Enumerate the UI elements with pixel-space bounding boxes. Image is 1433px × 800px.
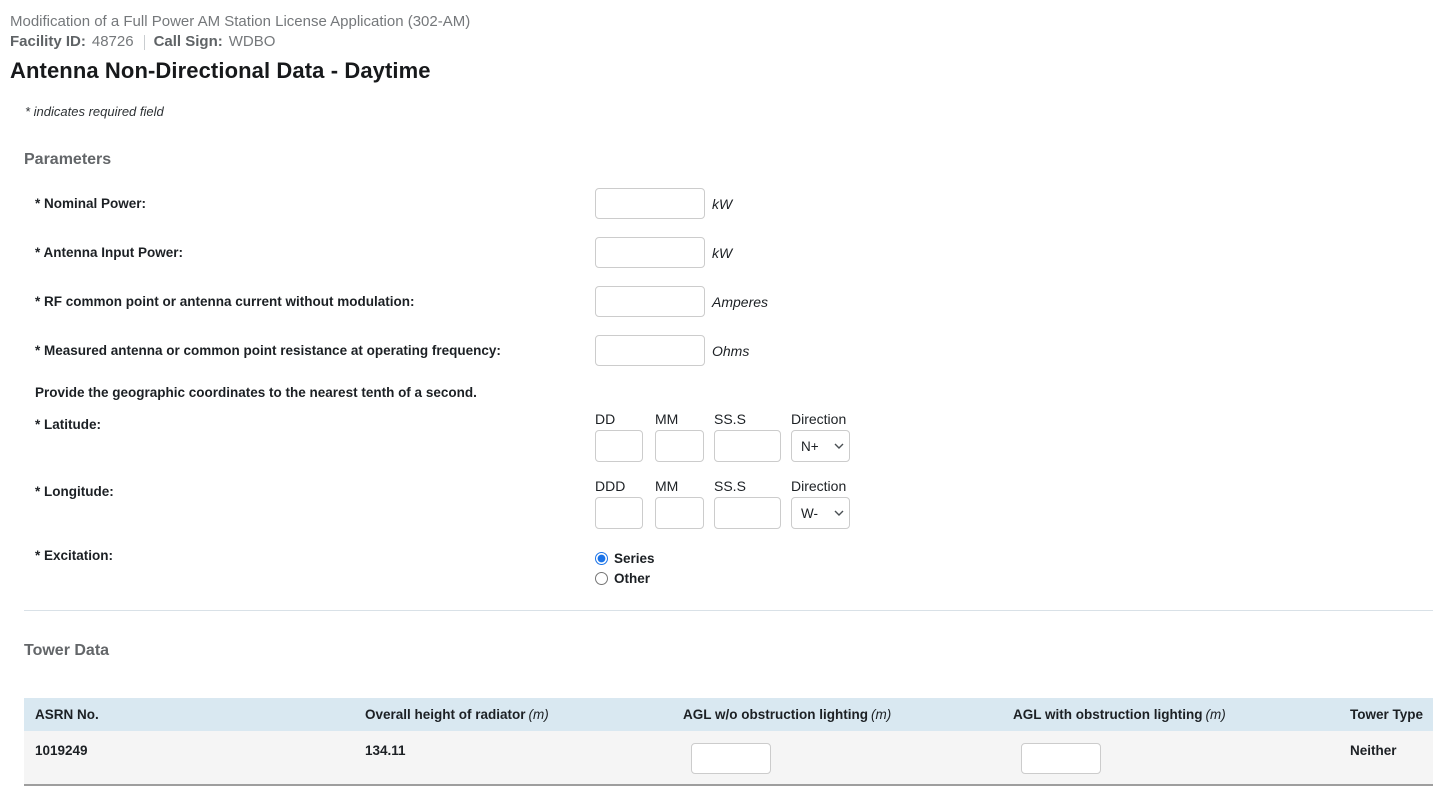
- agl-with-cell: [1002, 731, 1339, 785]
- tower-data-section-title: Tower Data: [24, 641, 1433, 661]
- col-header-agl-without: AGL w/o obstruction lighting(m): [672, 698, 1002, 731]
- agl-without-cell: [672, 731, 1002, 785]
- antenna-input-power-unit: kW: [712, 245, 732, 261]
- longitude-sss-input[interactable]: [714, 497, 781, 529]
- rf-common-point-label: * RF common point or antenna current wit…: [35, 294, 595, 309]
- table-row: 1019249 134.11 Neither: [24, 731, 1433, 785]
- col-header-agl-with: AGL with obstruction lighting(m): [1002, 698, 1339, 731]
- page-header: Modification of a Full Power AM Station …: [0, 0, 1433, 84]
- tower-table-header: ASRN No. Overall height of radiator(m) A…: [24, 698, 1433, 731]
- longitude-coordinate-group: DDD MM SS.S Direction W-: [595, 479, 850, 529]
- parameters-section-title: Parameters: [24, 150, 1433, 170]
- page-title: Antenna Non-Directional Data - Daytime: [10, 58, 1433, 84]
- nominal-power-unit: kW: [712, 196, 732, 212]
- latitude-direction-select[interactable]: N+: [791, 430, 850, 462]
- latitude-sss-input[interactable]: [714, 430, 781, 462]
- latitude-inputs: N+: [595, 430, 850, 462]
- parameters-form: * Nominal Power: kW * Antenna Input Powe…: [0, 179, 1433, 375]
- latitude-mm-header: MM: [655, 412, 714, 426]
- rf-common-point-current-input[interactable]: [595, 286, 705, 317]
- facility-id-value: 48726: [92, 32, 134, 52]
- facility-line: Facility ID: 48726 Call Sign: WDBO: [10, 32, 1433, 52]
- nominal-power-label: * Nominal Power:: [35, 196, 595, 211]
- antenna-input-power-row: * Antenna Input Power: kW: [0, 228, 1433, 277]
- series-radio[interactable]: [595, 552, 608, 565]
- longitude-row: * Longitude: DDD MM SS.S Direction W-: [0, 479, 1433, 529]
- vertical-divider: [144, 35, 145, 50]
- other-radio[interactable]: [595, 572, 608, 585]
- measured-resistance-row: * Measured antenna or common point resis…: [0, 326, 1433, 375]
- antenna-input-power-label: * Antenna Input Power:: [35, 245, 595, 260]
- excitation-row: * Excitation: Series Other: [0, 548, 1433, 588]
- latitude-row: * Latitude: DD MM SS.S Direction N+: [0, 412, 1433, 462]
- nominal-power-row: * Nominal Power: kW: [0, 179, 1433, 228]
- call-sign-label: Call Sign:: [154, 32, 223, 52]
- col-header-tower-type: Tower Type: [1339, 698, 1433, 731]
- longitude-mm-header: MM: [655, 479, 714, 493]
- excitation-other-option[interactable]: Other: [595, 568, 655, 588]
- facility-id-label: Facility ID:: [10, 32, 86, 52]
- excitation-label: * Excitation:: [35, 548, 595, 588]
- tower-type-cell: Neither: [1339, 731, 1433, 785]
- tower-data-table: ASRN No. Overall height of radiator(m) A…: [24, 698, 1433, 786]
- longitude-inputs: W-: [595, 497, 850, 529]
- measured-resistance-unit: Ohms: [712, 343, 749, 359]
- measured-resistance-label: * Measured antenna or common point resis…: [35, 343, 595, 358]
- nominal-power-input[interactable]: [595, 188, 705, 219]
- latitude-dd-header: DD: [595, 412, 655, 426]
- antenna-input-power-input[interactable]: [595, 237, 705, 268]
- agl-with-lighting-input[interactable]: [1021, 743, 1101, 774]
- call-sign-value: WDBO: [229, 32, 276, 52]
- longitude-ddd-header: DDD: [595, 479, 655, 493]
- longitude-direction-header: Direction: [791, 479, 850, 493]
- overall-height-cell: 134.11: [354, 731, 672, 785]
- longitude-direction-select-wrap: W-: [791, 497, 850, 529]
- latitude-sss-header: SS.S: [714, 412, 791, 426]
- rf-common-point-row: * RF common point or antenna current wit…: [0, 277, 1433, 326]
- other-radio-label: Other: [614, 571, 650, 586]
- coordinates-note: Provide the geographic coordinates to th…: [35, 384, 1433, 401]
- latitude-dd-input[interactable]: [595, 430, 643, 462]
- latitude-label: * Latitude:: [35, 412, 595, 462]
- application-title: Modification of a Full Power AM Station …: [10, 12, 1433, 32]
- agl-without-lighting-input[interactable]: [691, 743, 771, 774]
- series-radio-label: Series: [614, 551, 655, 566]
- latitude-mm-input[interactable]: [655, 430, 704, 462]
- rf-common-point-unit: Amperes: [712, 294, 768, 310]
- latitude-direction-select-wrap: N+: [791, 430, 850, 462]
- section-divider: [24, 610, 1433, 611]
- longitude-direction-select[interactable]: W-: [791, 497, 850, 529]
- asrn-cell: 1019249: [24, 731, 354, 785]
- latitude-coordinate-group: DD MM SS.S Direction N+: [595, 412, 850, 462]
- longitude-column-headers: DDD MM SS.S Direction: [595, 479, 850, 493]
- longitude-sss-header: SS.S: [714, 479, 791, 493]
- latitude-direction-header: Direction: [791, 412, 850, 426]
- excitation-radio-group: Series Other: [595, 548, 655, 588]
- longitude-label: * Longitude:: [35, 479, 595, 529]
- latitude-column-headers: DD MM SS.S Direction: [595, 412, 850, 426]
- measured-resistance-input[interactable]: [595, 335, 705, 366]
- longitude-ddd-input[interactable]: [595, 497, 643, 529]
- col-header-overall-height: Overall height of radiator(m): [354, 698, 672, 731]
- excitation-series-option[interactable]: Series: [595, 548, 655, 568]
- col-header-asrn: ASRN No.: [24, 698, 354, 731]
- required-field-note: * indicates required field: [25, 104, 1433, 120]
- longitude-mm-input[interactable]: [655, 497, 704, 529]
- antenna-data-form-page: Modification of a Full Power AM Station …: [0, 0, 1433, 786]
